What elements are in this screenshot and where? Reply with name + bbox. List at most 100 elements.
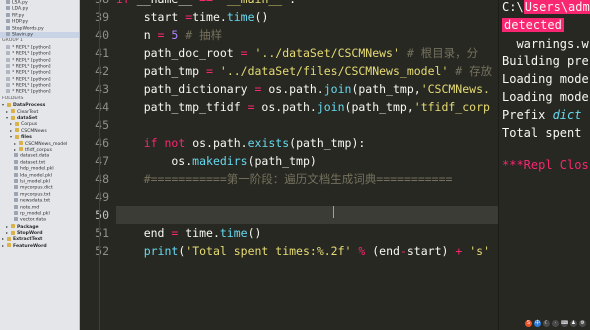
file-icon: [14, 210, 18, 215]
sidebar-item-label: tfidf_corpus: [25, 147, 52, 153]
file-icon: [14, 204, 18, 209]
repl-error-highlight: detected: [502, 18, 564, 32]
repl-line: Prefix dict: [502, 106, 581, 124]
code-line[interactable]: os.makedirs(path_tmp): [116, 152, 498, 170]
code-line[interactable]: path_doc_root = '../dataSet/CSCMNews' # …: [116, 44, 498, 62]
code-token: makedirs: [192, 154, 248, 168]
code-token: # 存放: [448, 64, 493, 78]
code-token: '../dataSet/CSCMNews': [254, 46, 400, 60]
file-icon: [14, 198, 18, 203]
code-line[interactable]: n = 5 # 抽样: [116, 26, 498, 44]
code-token: #===========第一阶段：遍历文档生成词典===========: [116, 172, 453, 186]
file-icon: [14, 191, 18, 196]
text-cursor: [333, 206, 334, 218]
sidebar-item-label: DataProcess: [13, 103, 46, 109]
settings-icon[interactable]: ⚙: [579, 320, 586, 327]
user-icon[interactable]: ♟: [570, 320, 577, 327]
code-token: =: [240, 46, 248, 60]
code-token: if: [143, 136, 158, 150]
sidebar-item-label: RF.py: [12, 13, 25, 19]
sidebar-item-label: * REPL* [python]: [12, 51, 51, 57]
code-token: time: [226, 10, 255, 24]
repl-line: warnings.w: [502, 37, 589, 51]
file-icon: [14, 153, 18, 158]
line-number: 39: [95, 10, 109, 24]
code-line[interactable]: path_tmp = '../dataSet/files/CSCMNews_mo…: [116, 62, 498, 80]
folder-icon: [15, 128, 19, 133]
code-token: # 抽样: [178, 28, 223, 42]
sidebar-item-label: LDA.py: [12, 6, 29, 12]
sidebar-item-label: Corpus: [21, 122, 38, 128]
file-icon: [6, 12, 10, 17]
code-token: os.path.: [185, 136, 248, 150]
code-token: time.: [178, 226, 220, 240]
code-token: =: [206, 64, 213, 78]
sidebar-item-label: mycorpus.dict: [20, 185, 53, 191]
file-icon: [14, 159, 18, 164]
code-line[interactable]: end = time.time(): [116, 224, 498, 242]
repl-icon: [6, 44, 10, 49]
code-token: (): [254, 10, 269, 24]
folder-icon: [7, 243, 11, 248]
repl-closed-line: ***Repl Clos: [502, 158, 589, 172]
sidebar-item-label: lda_model.pkl: [20, 173, 52, 179]
sidebar-item-label: ClearText: [17, 109, 39, 115]
dot-icon[interactable]: ·: [552, 320, 559, 327]
code-token: 'tfidf_corp: [413, 100, 490, 114]
sidebar-item-label: lsi_model.pkl: [20, 179, 50, 185]
code-line[interactable]: path_tmp_tfidf = os.path.join(path_tmp,'…: [116, 98, 498, 116]
file-icon: [6, 6, 10, 11]
code-token: path_tmp_tfidf: [116, 100, 248, 114]
code-area[interactable]: if __name__ == '__main__': start =time.t…: [116, 0, 498, 330]
repl-icon: [6, 89, 10, 94]
repl-line: Total spent: [502, 126, 582, 140]
line-number: 52: [95, 244, 109, 258]
line-number: 49: [95, 190, 109, 204]
folder-icon: [7, 236, 11, 241]
code-line[interactable]: [116, 116, 498, 134]
shield-icon[interactable]: S: [525, 320, 532, 327]
moon-icon[interactable]: ☾: [543, 320, 550, 327]
chinese-input-icon[interactable]: 中: [534, 320, 541, 327]
folder-icon: [11, 230, 15, 235]
line-number: 50: [95, 208, 109, 222]
current-code-line[interactable]: [116, 206, 498, 224]
sidebar-item-label: * REPL* [python]: [12, 89, 51, 95]
code-line[interactable]: start =time.time(): [116, 8, 498, 26]
code-line[interactable]: if __name__ == '__main__':: [116, 0, 498, 8]
code-line[interactable]: if not os.path.exists(path_tmp):: [116, 134, 498, 152]
code-token: not: [164, 136, 186, 150]
sidebar-item-label: GROUP 1: [2, 38, 23, 44]
code-line[interactable]: print('Total spent times:%.2f' % (end-st…: [116, 242, 498, 260]
code-token: os.path.: [261, 82, 324, 96]
file-icon: [14, 178, 18, 183]
repl-icon: [6, 70, 10, 75]
line-number: 47: [95, 154, 109, 168]
sidebar-item-label: LSA.py: [12, 0, 28, 6]
sidebar-item-label: Slavin.py: [12, 32, 34, 38]
code-editor[interactable]: 38 39 40 41 42 43 44 45 46 47 48 49 50 51 52 if __name…: [80, 0, 498, 330]
sidebar-file-tree: LSA.py LDA.py RF.py HDP.py StopWords.py Slavi…: [0, 0, 80, 330]
folder-icon: [11, 224, 15, 229]
repl-output-panel[interactable]: C:\Users\adm detected warnings.w Buildin…: [498, 0, 590, 330]
repl-icon: [6, 57, 10, 62]
sidebar-folder-item[interactable]: ▸ FeatureWord: [0, 243, 79, 249]
file-icon: [14, 185, 18, 190]
code-token: exists: [247, 136, 290, 150]
line-number-gutter: 38 39 40 41 42 43 44 45 46 47 48 49 50 51 52: [80, 0, 116, 330]
repl-line: detected: [502, 16, 564, 34]
code-token: path_dictionary: [116, 82, 255, 96]
code-token: n: [116, 28, 158, 42]
code-line[interactable]: #===========第一阶段：遍历文档生成词典===========: [116, 170, 498, 188]
code-line[interactable]: path_dictionary = os.path.join(path_tmp,…: [116, 80, 498, 98]
code-token: join: [316, 100, 345, 114]
keyboard-icon[interactable]: ⌨: [561, 320, 568, 327]
sidebar-item-label: * REPL* [python]: [12, 45, 51, 51]
sidebar-item-label: dataset.data: [20, 153, 50, 159]
code-token: start: [143, 10, 186, 24]
code-line[interactable]: [116, 188, 498, 206]
